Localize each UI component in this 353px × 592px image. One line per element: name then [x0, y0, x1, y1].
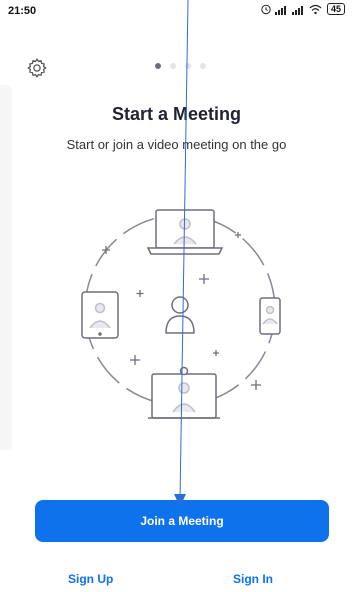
page-subtitle: Start or join a video meeting on the go — [66, 137, 287, 152]
page-title: Start a Meeting — [111, 104, 242, 124]
battery-indicator: 45 — [326, 3, 345, 15]
sign-up-link[interactable]: Sign Up — [68, 572, 113, 586]
tablet-icon — [81, 291, 119, 339]
page-dot-3[interactable] — [185, 63, 191, 69]
meeting-illustration — [81, 209, 281, 419]
join-meeting-button[interactable]: Join a Meeting — [35, 500, 329, 542]
page-dot-2[interactable] — [170, 63, 176, 69]
cell-signal-2-icon — [291, 5, 303, 15]
cell-signal-1-icon — [274, 5, 286, 15]
phone-icon — [259, 297, 281, 335]
laptop-icon — [146, 209, 224, 255]
room-system-icon — [148, 366, 220, 419]
status-time: 21:50 — [8, 5, 37, 17]
wifi-icon — [309, 4, 322, 14]
status-icons: 45 — [260, 3, 345, 15]
page-indicator — [155, 63, 206, 69]
page-dot-1[interactable] — [155, 63, 161, 69]
user-icon — [165, 296, 195, 334]
sign-in-link[interactable]: Sign In — [233, 572, 273, 586]
alarm-icon — [261, 4, 271, 15]
settings-gear-icon[interactable] — [26, 57, 48, 79]
page-dot-4[interactable] — [200, 63, 206, 69]
status-bar: 21:50 45 — [0, 0, 353, 22]
